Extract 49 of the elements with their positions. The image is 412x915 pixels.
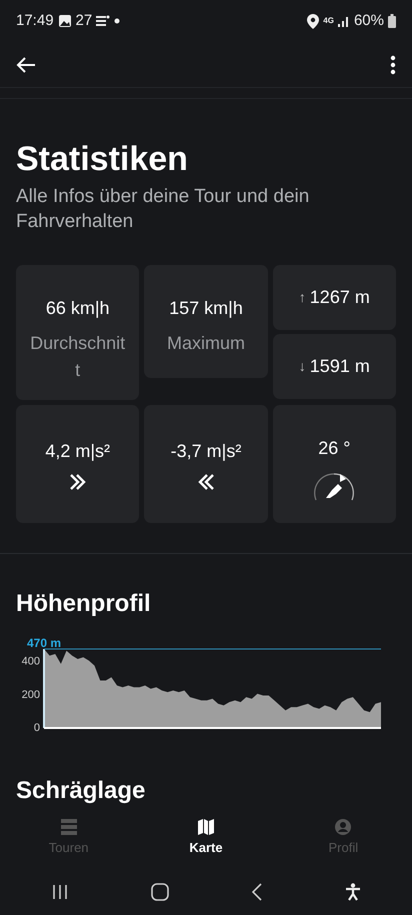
network-type: 4G — [323, 15, 334, 27]
clock-time: 17:49 — [16, 10, 54, 31]
stat-value: -3,7 m|s² — [170, 440, 242, 463]
page-subtitle: Alle Infos über deine Tour und dein Fahrverhalten — [16, 184, 310, 234]
max-elevation-label: 470 m — [27, 636, 62, 650]
axis-tick-label: 400 — [22, 656, 40, 668]
stat-value: 1591 m — [310, 355, 370, 378]
list-icon — [60, 819, 77, 835]
battery-icon — [388, 14, 396, 28]
section-heading: Höhenprofil — [16, 590, 152, 619]
stat-value: 26 ° — [318, 437, 350, 460]
stat-value: 1267 m — [310, 286, 370, 310]
stat-label: Durchschnitt — [29, 332, 126, 382]
location-icon — [307, 14, 320, 28]
map-icon — [198, 819, 214, 835]
battery-level: 60% — [354, 10, 384, 31]
direction-arrow: ↓ — [298, 357, 306, 376]
back-nav-button[interactable] — [252, 883, 262, 901]
stat-value: 157 km|h — [169, 297, 243, 320]
profile-icon — [335, 819, 352, 835]
home-icon — [150, 883, 168, 901]
stat-value: 4,2 m|s² — [45, 440, 110, 463]
back-icon — [16, 56, 36, 74]
axis-tick-label: 200 — [22, 688, 40, 701]
notification-count: 27 — [76, 10, 92, 31]
direction-arrow: ↑ — [298, 288, 306, 308]
dot-icon — [114, 18, 120, 24]
nav-tab[interactable]: Profil — [274, 811, 412, 869]
page-title: Statistiken — [16, 139, 189, 180]
axis-tick-label: 0 — [34, 722, 40, 734]
recent-apps-icon — [52, 884, 68, 900]
signal-icon — [338, 15, 350, 27]
nav-tab[interactable]: Touren — [0, 811, 138, 869]
recent-apps-button[interactable] — [52, 884, 68, 900]
forward-chevrons-icon — [68, 472, 87, 491]
back-button[interactable] — [16, 56, 36, 74]
accessibility-icon — [344, 883, 360, 901]
notification-icon — [96, 15, 110, 27]
back-icon — [252, 883, 262, 901]
stat-value: 66 km|h — [46, 297, 110, 320]
stat-label: Maximum — [166, 332, 246, 356]
accessibility-button[interactable] — [344, 883, 360, 901]
more-icon — [390, 54, 396, 74]
image-icon — [58, 14, 72, 28]
nav-tab[interactable]: Karte — [137, 811, 275, 869]
more-button[interactable] — [390, 54, 396, 74]
section-heading: Schräglage — [16, 776, 146, 806]
home-button[interactable] — [150, 883, 168, 901]
back-chevrons-icon — [196, 472, 215, 491]
